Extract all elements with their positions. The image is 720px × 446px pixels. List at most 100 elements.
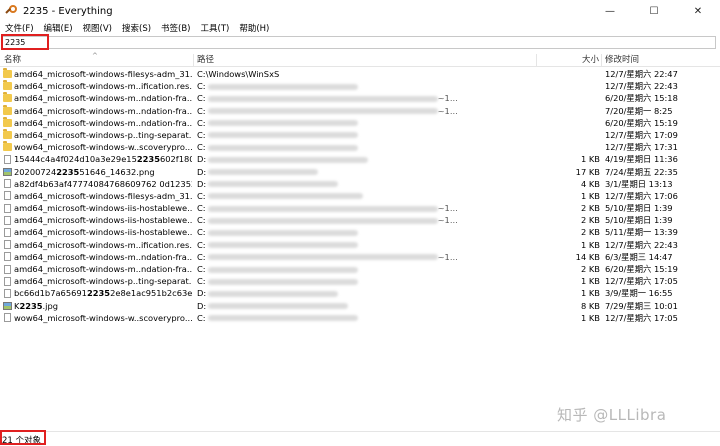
table-row[interactable]: amd64_microsoft-windows-iis-hostablewe..… <box>0 202 720 214</box>
column-divider[interactable] <box>601 54 602 66</box>
file-path: C: ~1... <box>197 251 458 262</box>
file-size: 1 KB <box>580 190 600 201</box>
table-row[interactable]: amd64_microsoft-windows-p..ting-separat.… <box>0 275 720 287</box>
close-button[interactable]: ✕ <box>676 0 720 22</box>
modified-date: 7/29/星期三 10:01 <box>605 300 678 311</box>
menu-bookmarks[interactable]: 书签(B) <box>156 22 195 36</box>
file-name: amd64_microsoft-windows-filesys-adm_31..… <box>14 190 192 201</box>
table-row[interactable]: amd64_microsoft-windows-filesys-adm_31..… <box>0 68 720 80</box>
status-bar: 21 个对象 <box>0 431 720 446</box>
file-name: K2235.jpg <box>14 300 59 311</box>
menu-search[interactable]: 搜索(S) <box>117 22 156 36</box>
table-row[interactable]: amd64_microsoft-windows-m..ification.res… <box>0 239 720 251</box>
column-date-header[interactable]: 修改时间 <box>605 53 639 67</box>
file-size: 17 KB <box>575 166 600 177</box>
file-size: 2 KB <box>580 227 600 238</box>
file-icon <box>4 191 11 201</box>
modified-date: 5/10/星期日 1:39 <box>605 203 673 214</box>
search-input[interactable] <box>2 36 716 49</box>
table-row[interactable]: K2235.jpg D: 8 KB 7/29/星期三 10:01 <box>0 300 720 312</box>
file-name: amd64_microsoft-windows-iis-hostablewe..… <box>14 203 192 214</box>
file-name: amd64_microsoft-windows-m..ndation-fra..… <box>14 117 192 128</box>
file-name: amd64_microsoft-windows-m..ndation-fra..… <box>14 93 192 104</box>
modified-date: 5/11/星期一 13:39 <box>605 227 678 238</box>
file-path: C: <box>197 190 532 202</box>
everything-magnifier-icon <box>5 5 18 17</box>
redacted-path <box>208 303 349 310</box>
file-path: C: <box>197 275 532 287</box>
table-row[interactable]: amd64_microsoft-windows-m..ndation-fra..… <box>0 104 720 117</box>
file-name: amd64_microsoft-windows-iis-hostablewe..… <box>14 215 192 226</box>
minimize-button[interactable]: — <box>588 0 632 22</box>
column-path-header[interactable]: 路径 <box>197 53 214 67</box>
modified-date: 6/20/星期六 15:18 <box>605 93 678 104</box>
table-row[interactable]: amd64_microsoft-windows-iis-hostablewe..… <box>0 214 720 226</box>
modified-date: 6/20/星期六 15:19 <box>605 264 678 274</box>
column-divider[interactable] <box>193 54 194 66</box>
table-row[interactable]: 15444c4a4f024d10a3e29e152235602f180... D:… <box>0 153 720 165</box>
modified-date: 12/7/星期六 17:09 <box>605 129 678 140</box>
file-path: D: <box>197 287 532 299</box>
table-row[interactable]: wow64_microsoft-windows-w..scoverypro...… <box>0 312 720 324</box>
table-row[interactable]: amd64_microsoft-windows-m..ification.res… <box>0 80 720 92</box>
file-path: C: ~1... <box>197 215 458 226</box>
window-title: 2235 - Everything <box>23 5 113 17</box>
file-size: 8 KB <box>580 300 600 311</box>
menu-bar: 文件(F) 编辑(E) 视图(V) 搜索(S) 书签(B) 工具(T) 帮助(H… <box>0 22 720 36</box>
modified-date: 12/7/星期六 17:05 <box>605 312 678 323</box>
table-row[interactable]: wow64_microsoft-windows-w..scoverypro...… <box>0 141 720 153</box>
menu-help[interactable]: 帮助(H) <box>234 22 274 36</box>
column-size-header[interactable]: 大小 <box>582 53 599 67</box>
file-icon <box>4 215 11 225</box>
redacted-path <box>207 108 438 115</box>
file-name: amd64_microsoft-windows-m..ndation-fra..… <box>14 105 192 116</box>
file-path: D: <box>197 300 532 312</box>
modified-date: 3/1/星期日 13:13 <box>605 178 673 189</box>
modified-date: 7/24/星期五 22:35 <box>605 166 678 177</box>
window-controls: — ☐ ✕ <box>588 0 720 22</box>
table-row[interactable]: amd64_microsoft-windows-m..ndation-fra..… <box>0 251 720 263</box>
modified-date: 12/7/星期六 22:43 <box>605 239 678 250</box>
file-name: amd64_microsoft-windows-m..ification.res… <box>14 239 192 250</box>
table-row[interactable]: bc66d1b7a6569122352e8e1ac951b2c63e... D: 1… <box>0 287 720 299</box>
table-row[interactable]: a82df4b63af47774084768609762 0d12352... D… <box>0 178 720 190</box>
folder-icon <box>3 68 12 78</box>
match-highlight: 2235 <box>86 288 111 299</box>
file-path: D: <box>197 178 532 190</box>
file-size: 2 KB <box>580 203 600 214</box>
file-name: a82df4b63af47774084768609762 0d12352... <box>14 178 192 189</box>
file-name: 20200724223551646_14632.png <box>14 166 155 177</box>
redacted-path <box>207 278 358 285</box>
table-row[interactable]: 20200724223551646_14632.png D: 17 KB 7/24/星… <box>0 166 720 178</box>
redacted-path <box>207 120 358 127</box>
modified-date: 6/3/星期三 14:47 <box>605 251 673 262</box>
file-path: C: <box>197 239 532 251</box>
folder-icon <box>3 80 12 91</box>
table-row[interactable]: amd64_microsoft-windows-filesys-adm_31..… <box>0 190 720 202</box>
maximize-button[interactable]: ☐ <box>632 0 676 22</box>
file-size: 1 KB <box>580 312 600 323</box>
column-header: 名称 ^ 路径 大小 修改时间 <box>0 52 720 67</box>
redacted-path <box>207 266 358 273</box>
file-size: 2 KB <box>580 264 600 274</box>
table-row[interactable]: amd64_microsoft-windows-m..ndation-fra..… <box>0 116 720 129</box>
column-name-header[interactable]: 名称 <box>4 53 21 67</box>
table-row[interactable]: amd64_microsoft-windows-p..ting-separat.… <box>0 128 720 141</box>
file-path: C: <box>197 129 532 141</box>
file-name: bc66d1b7a6569122352e8e1ac951b2c63e... <box>14 288 192 299</box>
file-path: C: ~1... <box>197 203 458 214</box>
file-path: C: ~1... <box>197 105 458 116</box>
table-row[interactable]: amd64_microsoft-windows-iis-hostablewe..… <box>0 226 720 238</box>
menu-tools[interactable]: 工具(T) <box>196 22 235 36</box>
file-icon <box>4 288 11 298</box>
file-path: C: <box>197 263 532 275</box>
modified-date: 12/7/星期六 17:06 <box>605 190 678 201</box>
menu-view[interactable]: 视图(V) <box>78 22 117 36</box>
file-size: 1 KB <box>580 288 600 299</box>
redacted-path <box>207 193 363 200</box>
table-row[interactable]: amd64_microsoft-windows-m..ndation-fra..… <box>0 263 720 275</box>
file-name: amd64_microsoft-windows-m..ndation-fra..… <box>14 264 192 274</box>
column-divider[interactable] <box>536 54 537 66</box>
file-path: C: <box>197 226 532 238</box>
table-row[interactable]: amd64_microsoft-windows-m..ndation-fra..… <box>0 92 720 104</box>
